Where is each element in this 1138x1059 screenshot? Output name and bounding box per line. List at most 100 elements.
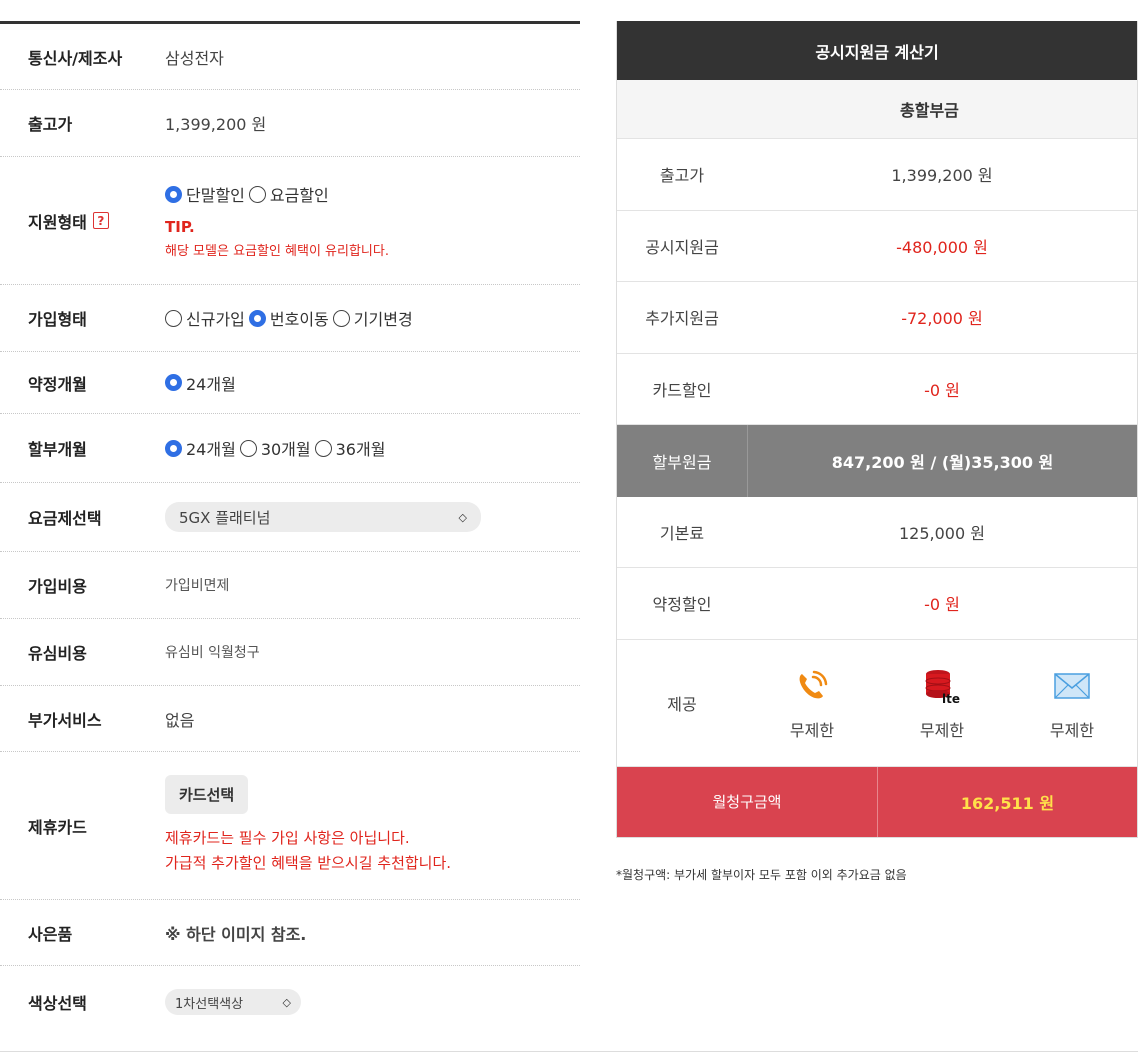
mail-icon xyxy=(1054,665,1090,707)
color-select[interactable]: 1차선택색상 ◇ xyxy=(165,989,301,1015)
carrier-value: 삼성전자 xyxy=(165,48,224,68)
radio-installment-36[interactable]: 36개월 xyxy=(314,436,386,460)
plan-label: 요금제선택 xyxy=(28,509,102,528)
radio-number-port[interactable]: 번호이동 xyxy=(248,306,329,330)
contract-value: 24개월 xyxy=(165,371,580,395)
card-select-button[interactable]: 카드선택 xyxy=(165,775,249,814)
join-type-radios: 신규가입 번호이동 기기변경 xyxy=(165,306,580,330)
calc-row-contract-discount: 약정할인 -0 원 xyxy=(617,568,1137,640)
support-type-value: 단말할인 요금할인 TIP. 해당 모델은 요금할인 혜택이 유리합니다. xyxy=(165,182,580,259)
provide-label: 제공 xyxy=(667,694,697,714)
radio-unchecked-icon xyxy=(239,439,257,457)
provide-item-text: 무제한 xyxy=(919,720,965,740)
provide-items: 무제한 lte 무제한 무제한 xyxy=(747,665,1137,741)
calc-row-value: 1,399,200 원 xyxy=(891,166,993,186)
subsidy-calculator: 공시지원금 계산기 총할부금 출고가 1,399,200 원 공시지원금 -48… xyxy=(616,21,1138,838)
monthly-total-value: 162,511 원 xyxy=(960,793,1055,813)
provide-item-data: lte 무제한 xyxy=(887,665,997,741)
radio-plan-discount[interactable]: 요금할인 xyxy=(248,182,329,206)
plan-select[interactable]: 5GX 플래티넘 ◇ xyxy=(165,502,481,532)
provide-item-text: 무제한 xyxy=(1049,720,1095,740)
radio-new-join[interactable]: 신규가입 xyxy=(165,306,245,330)
radio-checked-icon xyxy=(165,374,182,391)
calc-row-value: -480,000 원 xyxy=(896,237,988,257)
contract-label: 약정개월 xyxy=(28,374,87,394)
color-value-wrap: 1차선택색상 ◇ xyxy=(165,989,580,1015)
radio-label: 30개월 xyxy=(260,440,311,459)
calculator-subtitle-bar: 총할부금 xyxy=(617,80,1137,139)
support-type-label-wrap: 지원형태 ? xyxy=(0,209,165,233)
join-type-row: 가입형태 신규가입 번호이동 기기변경 xyxy=(0,285,580,352)
carrier-label: 통신사/제조사 xyxy=(28,48,123,68)
monthly-total-row: 월청구금액 162,511 원 xyxy=(617,766,1137,837)
installment-row: 할부개월 24개월 30개월 36개월 xyxy=(0,414,580,483)
radio-device-change[interactable]: 기기변경 xyxy=(332,306,413,330)
radio-label: 기기변경 xyxy=(353,310,413,329)
join-fee-row: 가입비용 가입비면제 xyxy=(0,552,580,619)
calculator-subtitle: 총할부금 xyxy=(900,101,959,120)
plan-row: 요금제선택 5GX 플래티넘 ◇ xyxy=(0,483,580,552)
addon-label: 부가서비스 xyxy=(28,710,102,730)
radio-unchecked-icon xyxy=(165,309,182,327)
gift-value: ※ 하단 이미지 참조. xyxy=(165,924,307,944)
usim-fee-value: 유심비 익월청구 xyxy=(165,645,260,661)
calc-row-label: 출고가 xyxy=(659,166,705,186)
svg-text:lte: lte xyxy=(942,692,960,706)
calc-row-label: 카드할인 xyxy=(652,380,712,400)
join-fee-label: 가입비용 xyxy=(28,577,87,596)
lte-data-icon: lte xyxy=(922,665,962,707)
plan-value-wrap: 5GX 플래티넘 ◇ xyxy=(165,502,580,532)
installment-label: 할부개월 xyxy=(28,440,87,459)
calc-row-base-fee: 기본료 125,000 원 xyxy=(617,497,1137,568)
card-label: 제휴카드 xyxy=(28,817,87,837)
calc-row-principal: 할부원금 847,200 원 / (월)35,300 원 xyxy=(617,425,1137,497)
provide-row: 제공 무제한 lte 무제한 무제한 xyxy=(617,640,1137,767)
support-type-label: 지원형태 xyxy=(28,212,87,232)
calc-row-extra-subsidy: 추가지원금 -72,000 원 xyxy=(617,282,1137,354)
monthly-note: *월청구액: 부가세 할부이자 모두 포함 이외 추가요금 없음 xyxy=(616,868,907,882)
radio-label: 신규가입 xyxy=(186,310,245,329)
installment-radios: 24개월 30개월 36개월 xyxy=(165,436,580,460)
calc-row-value: 125,000 원 xyxy=(899,523,985,543)
select-chevron-icon: ◇ xyxy=(458,510,467,524)
tip-text: 해당 모델은 요금할인 혜택이 유리합니다. xyxy=(165,244,389,259)
join-fee-value: 가입비면제 xyxy=(165,578,230,594)
calc-row-subsidy: 공시지원금 -480,000 원 xyxy=(617,211,1137,282)
help-icon[interactable]: ? xyxy=(92,212,109,229)
price-value: 1,399,200 원 xyxy=(165,115,267,134)
price-row: 출고가 1,399,200 원 xyxy=(0,90,580,157)
provide-item-voice: 무제한 xyxy=(757,665,867,741)
principal-label: 할부원금 xyxy=(617,425,748,497)
calc-row-value: -0 원 xyxy=(924,380,960,400)
radio-device-discount[interactable]: 단말할인 xyxy=(165,182,245,206)
monthly-total-label: 월청구금액 xyxy=(617,766,878,837)
carrier-row: 통신사/제조사 삼성전자 xyxy=(0,24,580,90)
calc-row-label: 기본료 xyxy=(659,523,705,543)
contract-row: 약정개월 24개월 xyxy=(0,352,580,414)
calc-row-label: 추가지원금 xyxy=(645,309,719,329)
radio-unchecked-icon xyxy=(248,185,266,203)
support-type-radios: 단말할인 요금할인 xyxy=(165,182,580,206)
calc-row-label: 공시지원금 xyxy=(645,237,719,257)
card-warning-1: 제휴카드는 필수 가입 사항은 아닙니다. xyxy=(165,829,410,847)
radio-label: 24개월 xyxy=(186,374,236,394)
select-chevron-icon: ◇ xyxy=(282,995,291,1009)
calc-row-label: 약정할인 xyxy=(652,595,712,615)
radio-label: 단말할인 xyxy=(186,186,245,205)
color-row: 색상선택 1차선택색상 ◇ xyxy=(0,966,580,1038)
radio-checked-icon xyxy=(248,309,266,327)
radio-unchecked-icon xyxy=(332,309,350,327)
addon-row: 부가서비스 없음 xyxy=(0,686,580,752)
radio-label: 36개월 xyxy=(335,440,386,459)
plan-selected-value: 5GX 플래티넘 xyxy=(179,508,271,527)
radio-contract-24[interactable]: 24개월 xyxy=(165,371,236,395)
calc-row-value: -72,000 원 xyxy=(901,309,983,329)
radio-label: 24개월 xyxy=(186,440,236,459)
installment-value: 24개월 30개월 36개월 xyxy=(165,436,580,460)
tip-title: TIP. xyxy=(165,218,195,236)
color-label: 색상선택 xyxy=(28,994,87,1013)
radio-checked-icon xyxy=(165,185,182,203)
gift-row: 사은품 ※ 하단 이미지 참조. xyxy=(0,900,580,966)
radio-installment-24[interactable]: 24개월 xyxy=(165,436,236,460)
radio-installment-30[interactable]: 30개월 xyxy=(239,436,311,460)
